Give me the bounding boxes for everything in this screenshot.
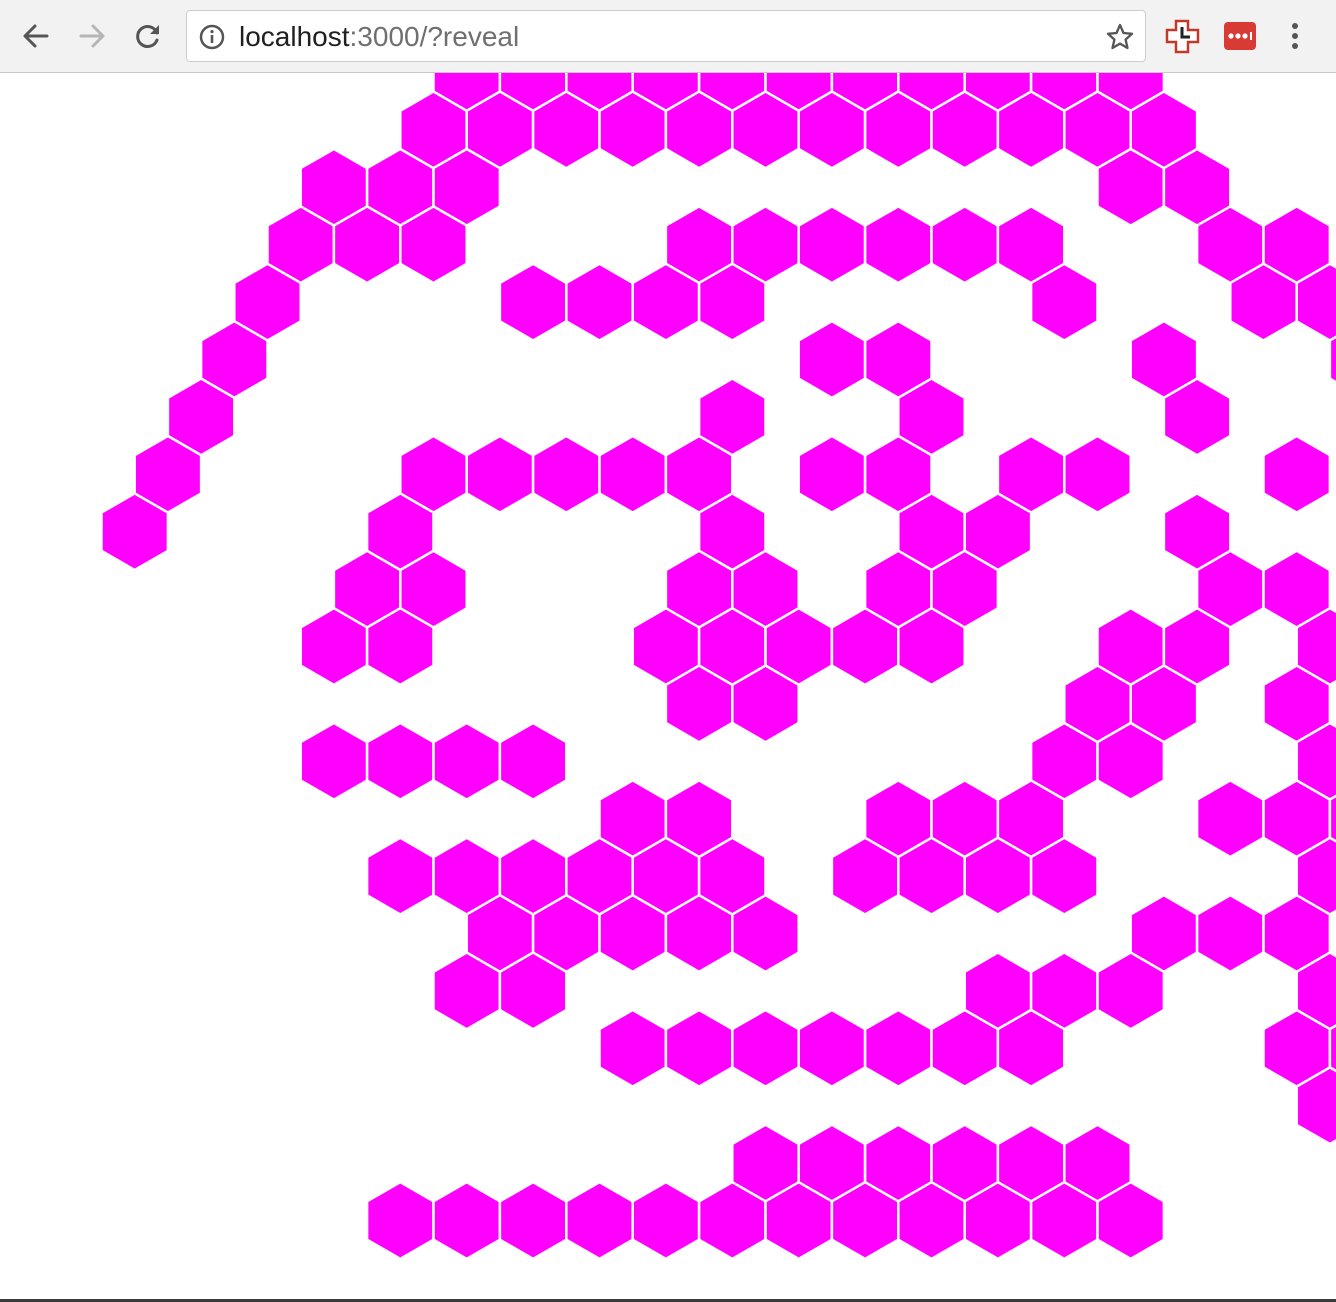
maze-cell[interactable] (498, 262, 568, 342)
maze-cell[interactable] (565, 262, 634, 342)
maze-cell[interactable] (631, 1180, 701, 1261)
maze-cell[interactable] (531, 434, 601, 514)
maze-cell[interactable] (664, 1008, 734, 1088)
kebab-menu-icon[interactable] (1282, 16, 1308, 61)
browser-toolbar: localhost:3000/?reveal (0, 0, 1336, 73)
forward-button[interactable] (70, 14, 114, 58)
maze-cell[interactable] (797, 434, 867, 514)
maze-cell[interactable] (598, 1008, 668, 1088)
page-viewport (0, 73, 1336, 1302)
maze-cell[interactable] (365, 721, 435, 801)
maze-cell[interactable] (1063, 434, 1132, 514)
url-path: :3000/?reveal (349, 21, 520, 52)
maze-cell[interactable] (365, 1180, 435, 1261)
maze-cell[interactable] (432, 721, 502, 801)
maze-cell[interactable] (1262, 434, 1332, 514)
maze-cell[interactable] (465, 434, 535, 514)
maze-cell[interactable] (565, 1180, 634, 1261)
url-text[interactable]: localhost:3000/?reveal (239, 21, 519, 53)
maze-cell[interactable] (598, 434, 668, 514)
maze-cell[interactable] (299, 721, 369, 801)
maze-cell[interactable] (797, 205, 867, 285)
maze-cell[interactable] (930, 205, 1000, 285)
address-bar[interactable]: localhost:3000/?reveal (186, 10, 1146, 62)
maze-cell[interactable] (797, 319, 867, 400)
reload-icon (136, 25, 159, 48)
info-icon[interactable] (199, 24, 225, 55)
star-icon[interactable] (1105, 22, 1135, 57)
lastpass-icon[interactable] (1224, 22, 1256, 50)
arrow-left-icon (23, 24, 49, 48)
red-cross-clock-icon[interactable] (1164, 18, 1202, 61)
maze-cell[interactable] (731, 1008, 800, 1088)
maze-cell[interactable] (498, 1180, 568, 1261)
maze-cell[interactable] (797, 1008, 867, 1088)
maze-cell[interactable] (1195, 893, 1265, 974)
maze-cell[interactable] (863, 1008, 933, 1088)
maze-cell[interactable] (1195, 779, 1265, 859)
url-host: localhost (239, 21, 350, 52)
hex-maze[interactable] (0, 73, 1336, 1302)
maze-cell[interactable] (498, 721, 568, 801)
maze-cell[interactable] (863, 205, 933, 285)
reload-button[interactable] (126, 14, 170, 58)
maze-cell[interactable] (432, 1180, 502, 1261)
arrow-right-icon (79, 24, 105, 48)
maze-cell[interactable] (365, 836, 435, 916)
back-button[interactable] (14, 14, 58, 58)
